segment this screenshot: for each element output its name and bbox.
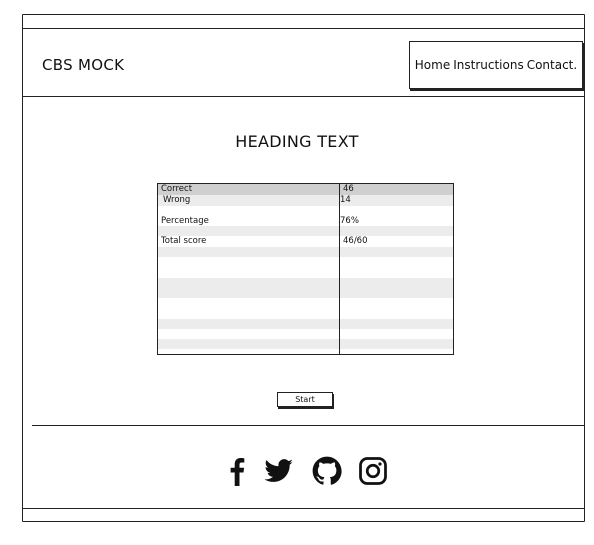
table-row (158, 288, 453, 298)
start-button[interactable]: Start (277, 392, 333, 407)
page: CBS MOCK Home Instructions Contact. HEAD… (0, 0, 594, 545)
github-icon[interactable] (312, 455, 342, 487)
instagram-icon[interactable] (358, 455, 388, 487)
table-row: Total score 46/60 (158, 236, 453, 247)
twitter-icon[interactable] (264, 455, 294, 487)
table-row (158, 226, 453, 236)
result-value: 14 (340, 195, 351, 205)
nav-menu: Home Instructions Contact. (409, 41, 583, 89)
frame-divider (22, 28, 585, 29)
result-label: Wrong (163, 195, 191, 205)
table-row (158, 339, 453, 349)
result-label: Total score (161, 236, 207, 246)
nav-item-instructions[interactable]: Instructions (453, 58, 523, 72)
table-row (158, 247, 453, 257)
results-table: Correct 46 Wrong 14 Percentage 76% Total… (157, 183, 454, 355)
nav-item-home[interactable]: Home (415, 58, 450, 72)
result-value: 46/60 (343, 236, 368, 246)
table-row (158, 278, 453, 288)
table-row: Wrong 14 (158, 195, 453, 206)
page-heading: HEADING TEXT (235, 132, 359, 151)
facebook-icon[interactable] (222, 455, 252, 487)
header-divider (22, 96, 585, 97)
table-row: Correct 46 (158, 184, 453, 195)
result-label: Correct (161, 184, 193, 194)
nav-item-contact[interactable]: Contact. (527, 58, 578, 72)
column-divider (339, 184, 340, 354)
footer-divider (32, 425, 584, 426)
result-value: 46 (343, 184, 354, 194)
table-row (158, 319, 453, 329)
footer-bottom-divider (22, 508, 585, 509)
site-logo[interactable]: CBS MOCK (42, 56, 124, 74)
